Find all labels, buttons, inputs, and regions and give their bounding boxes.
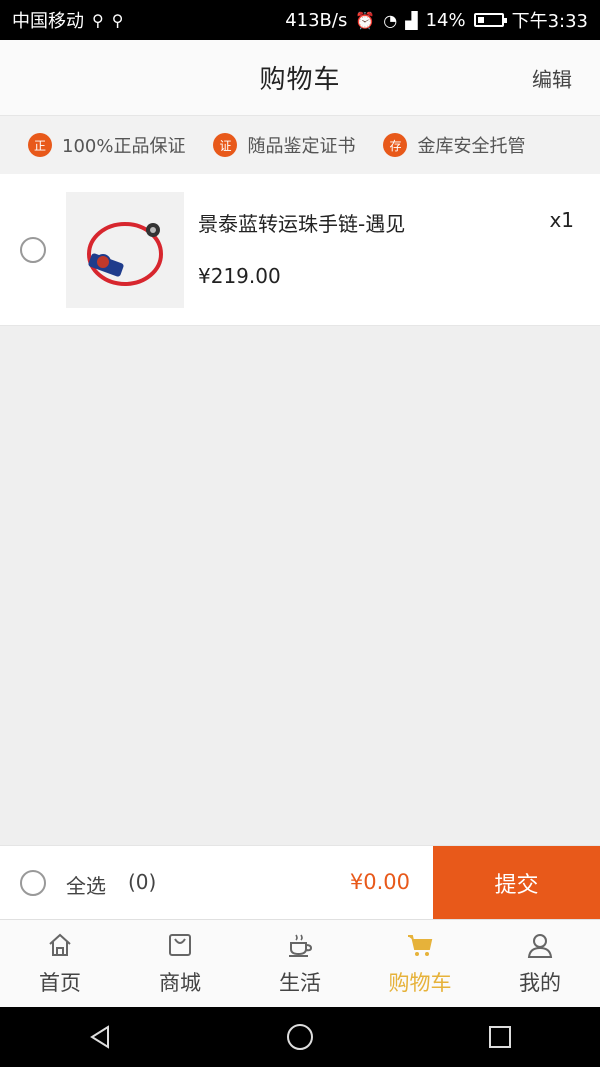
product-thumbnail[interactable] xyxy=(66,192,184,308)
recents-button[interactable] xyxy=(470,1007,530,1067)
network-speed: 413B/s xyxy=(285,9,348,31)
product-price: ¥219.00 xyxy=(198,264,281,288)
shopping-bag-icon xyxy=(169,933,191,956)
carrier-label: 中国移动 xyxy=(12,11,84,32)
status-left: 中国移动 ⚲ ⚲ xyxy=(12,7,123,33)
signal-icon: ▟ xyxy=(405,10,418,30)
tab-home[interactable]: 首页 xyxy=(0,920,120,1007)
selected-count: (0) xyxy=(128,870,157,894)
tab-label: 我的 xyxy=(519,970,561,995)
tab-mall[interactable]: 商城 xyxy=(120,920,240,1007)
system-nav-bar xyxy=(0,1007,600,1067)
page-header: 购物车 编辑 xyxy=(0,40,600,116)
home-icon xyxy=(49,933,71,956)
status-bar: 中国移动 ⚲ ⚲ 413B/s ⏰ ◔ ▟ 14% 下午3:33 xyxy=(0,0,600,40)
bracelet-image xyxy=(87,222,163,286)
guarantee-label: 100%正品保证 xyxy=(62,136,186,157)
tab-cart[interactable]: 购物车 xyxy=(360,920,480,1007)
coffee-cup-icon xyxy=(289,934,313,957)
page-title: 购物车 xyxy=(259,65,341,95)
alarm-icon: ⏰ xyxy=(355,10,376,30)
total-price: ¥0.00 xyxy=(349,870,410,894)
tab-label: 商城 xyxy=(159,970,201,995)
guarantee-label: 随品鉴定证书 xyxy=(247,136,356,157)
cart-icon xyxy=(408,934,433,956)
select-all-radio[interactable] xyxy=(20,870,46,896)
guarantee-strip: 正 100%正品保证 证 随品鉴定证书 存 金库安全托管 xyxy=(0,116,600,174)
tab-life[interactable]: 生活 xyxy=(240,920,360,1007)
recents-square-icon xyxy=(489,1026,511,1048)
usb-icon: ⚲ xyxy=(111,10,124,30)
authentic-badge-icon: 正 xyxy=(28,133,52,157)
home-circle-icon xyxy=(287,1024,313,1050)
product-name[interactable]: 景泰蓝转运珠手链-遇见 xyxy=(198,208,405,237)
guarantee-item: 正 100%正品保证 xyxy=(28,132,185,158)
cart-item[interactable]: 景泰蓝转运珠手链-遇见 ¥219.00 x1 xyxy=(0,174,600,326)
bottom-tab-bar: 首页 商城 生活 购物车 我的 xyxy=(0,919,600,1007)
submit-button[interactable]: 提交 xyxy=(433,846,600,920)
guarantee-label: 金库安全托管 xyxy=(417,136,526,157)
wifi-icon: ◔ xyxy=(383,10,398,30)
certificate-badge-icon: 证 xyxy=(213,133,238,157)
tab-label: 首页 xyxy=(39,970,81,995)
usb-icon: ⚲ xyxy=(92,10,104,30)
back-triangle-icon xyxy=(90,1025,109,1049)
vault-badge-icon: 存 xyxy=(383,133,408,157)
select-all-label[interactable]: 全选 xyxy=(66,870,106,899)
guarantee-item: 证 随品鉴定证书 xyxy=(213,132,355,158)
home-button[interactable] xyxy=(270,1007,330,1067)
edit-button[interactable]: 编辑 xyxy=(532,63,572,92)
clock: 下午3:33 xyxy=(511,11,588,32)
battery-percent: 14% xyxy=(425,9,466,31)
user-icon xyxy=(527,933,553,958)
tab-label: 购物车 xyxy=(388,970,452,995)
item-select-radio[interactable] xyxy=(20,237,46,263)
tab-label: 生活 xyxy=(279,970,321,995)
battery-icon xyxy=(473,13,507,27)
product-quantity: x1 xyxy=(549,208,574,232)
status-right: 413B/s ⏰ ◔ ▟ 14% 下午3:33 xyxy=(285,7,588,33)
tab-mine[interactable]: 我的 xyxy=(480,920,600,1007)
guarantee-item: 存 金库安全托管 xyxy=(383,132,525,158)
checkout-bar: 全选 (0) ¥0.00 提交 xyxy=(0,845,600,920)
back-button[interactable] xyxy=(70,1007,130,1067)
